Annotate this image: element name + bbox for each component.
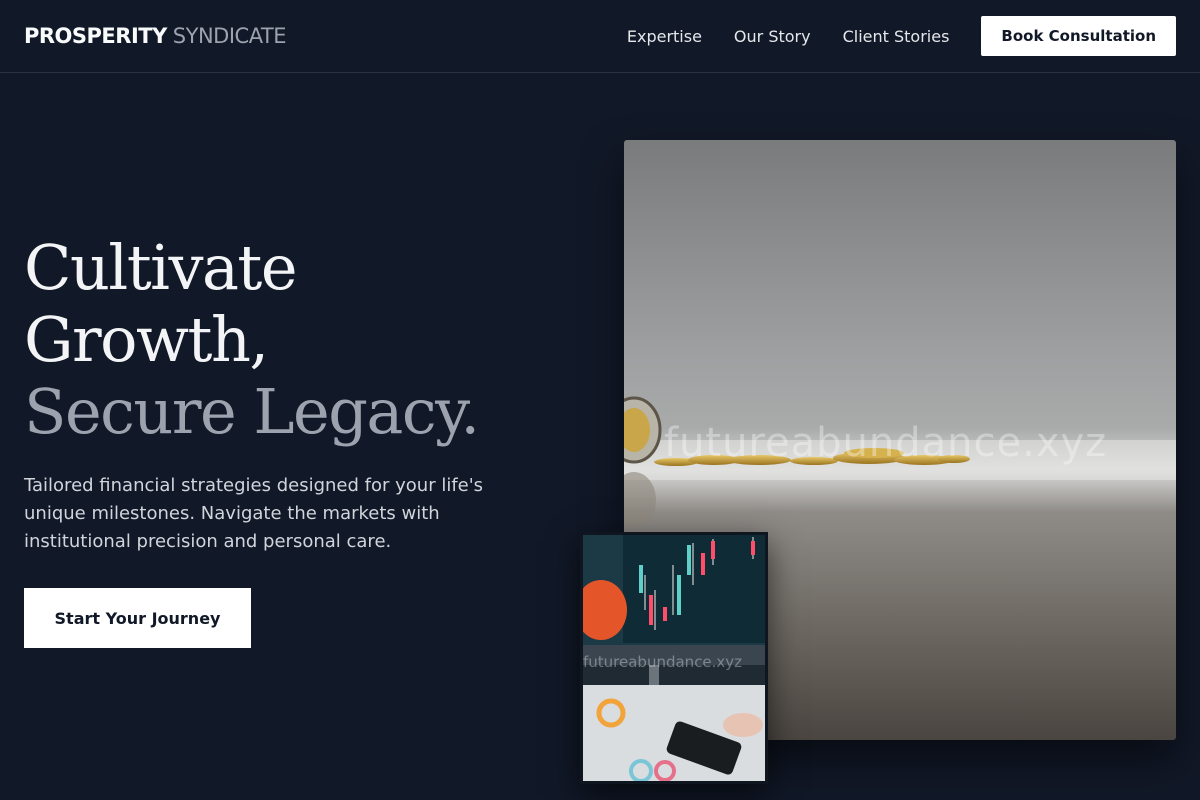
nav-links: Expertise Our Story Client Stories Book … [595, 16, 1176, 56]
hero-title-line-3: Secure Legacy. [24, 375, 480, 448]
trading-desk-photo: futureabundance.xyz [580, 532, 768, 784]
hero-title-line-2: Growth, [24, 303, 269, 376]
nav-link-expertise[interactable]: Expertise [627, 27, 702, 46]
top-navigation: PROSPERITY SYNDICATE Expertise Our Story … [0, 0, 1200, 73]
nav-link-client-stories[interactable]: Client Stories [843, 27, 950, 46]
hero-title: Cultivate Growth, Secure Legacy. [24, 232, 564, 448]
book-consultation-button[interactable]: Book Consultation [981, 16, 1176, 56]
small-photo-watermark: futureabundance.xyz [583, 653, 743, 671]
hero-title-line-1: Cultivate [24, 231, 298, 304]
brand-name-strong: PROSPERITY [24, 24, 167, 48]
main-photo-watermark: futureabundance.xyz [664, 420, 1108, 466]
nav-link-our-story[interactable]: Our Story [734, 27, 811, 46]
start-your-journey-button[interactable]: Start Your Journey [24, 588, 251, 648]
hero-description: Tailored financial strategies designed f… [24, 475, 484, 552]
brand-name-light: SYNDICATE [172, 24, 287, 48]
brand-logo[interactable]: PROSPERITY SYNDICATE [24, 24, 287, 48]
